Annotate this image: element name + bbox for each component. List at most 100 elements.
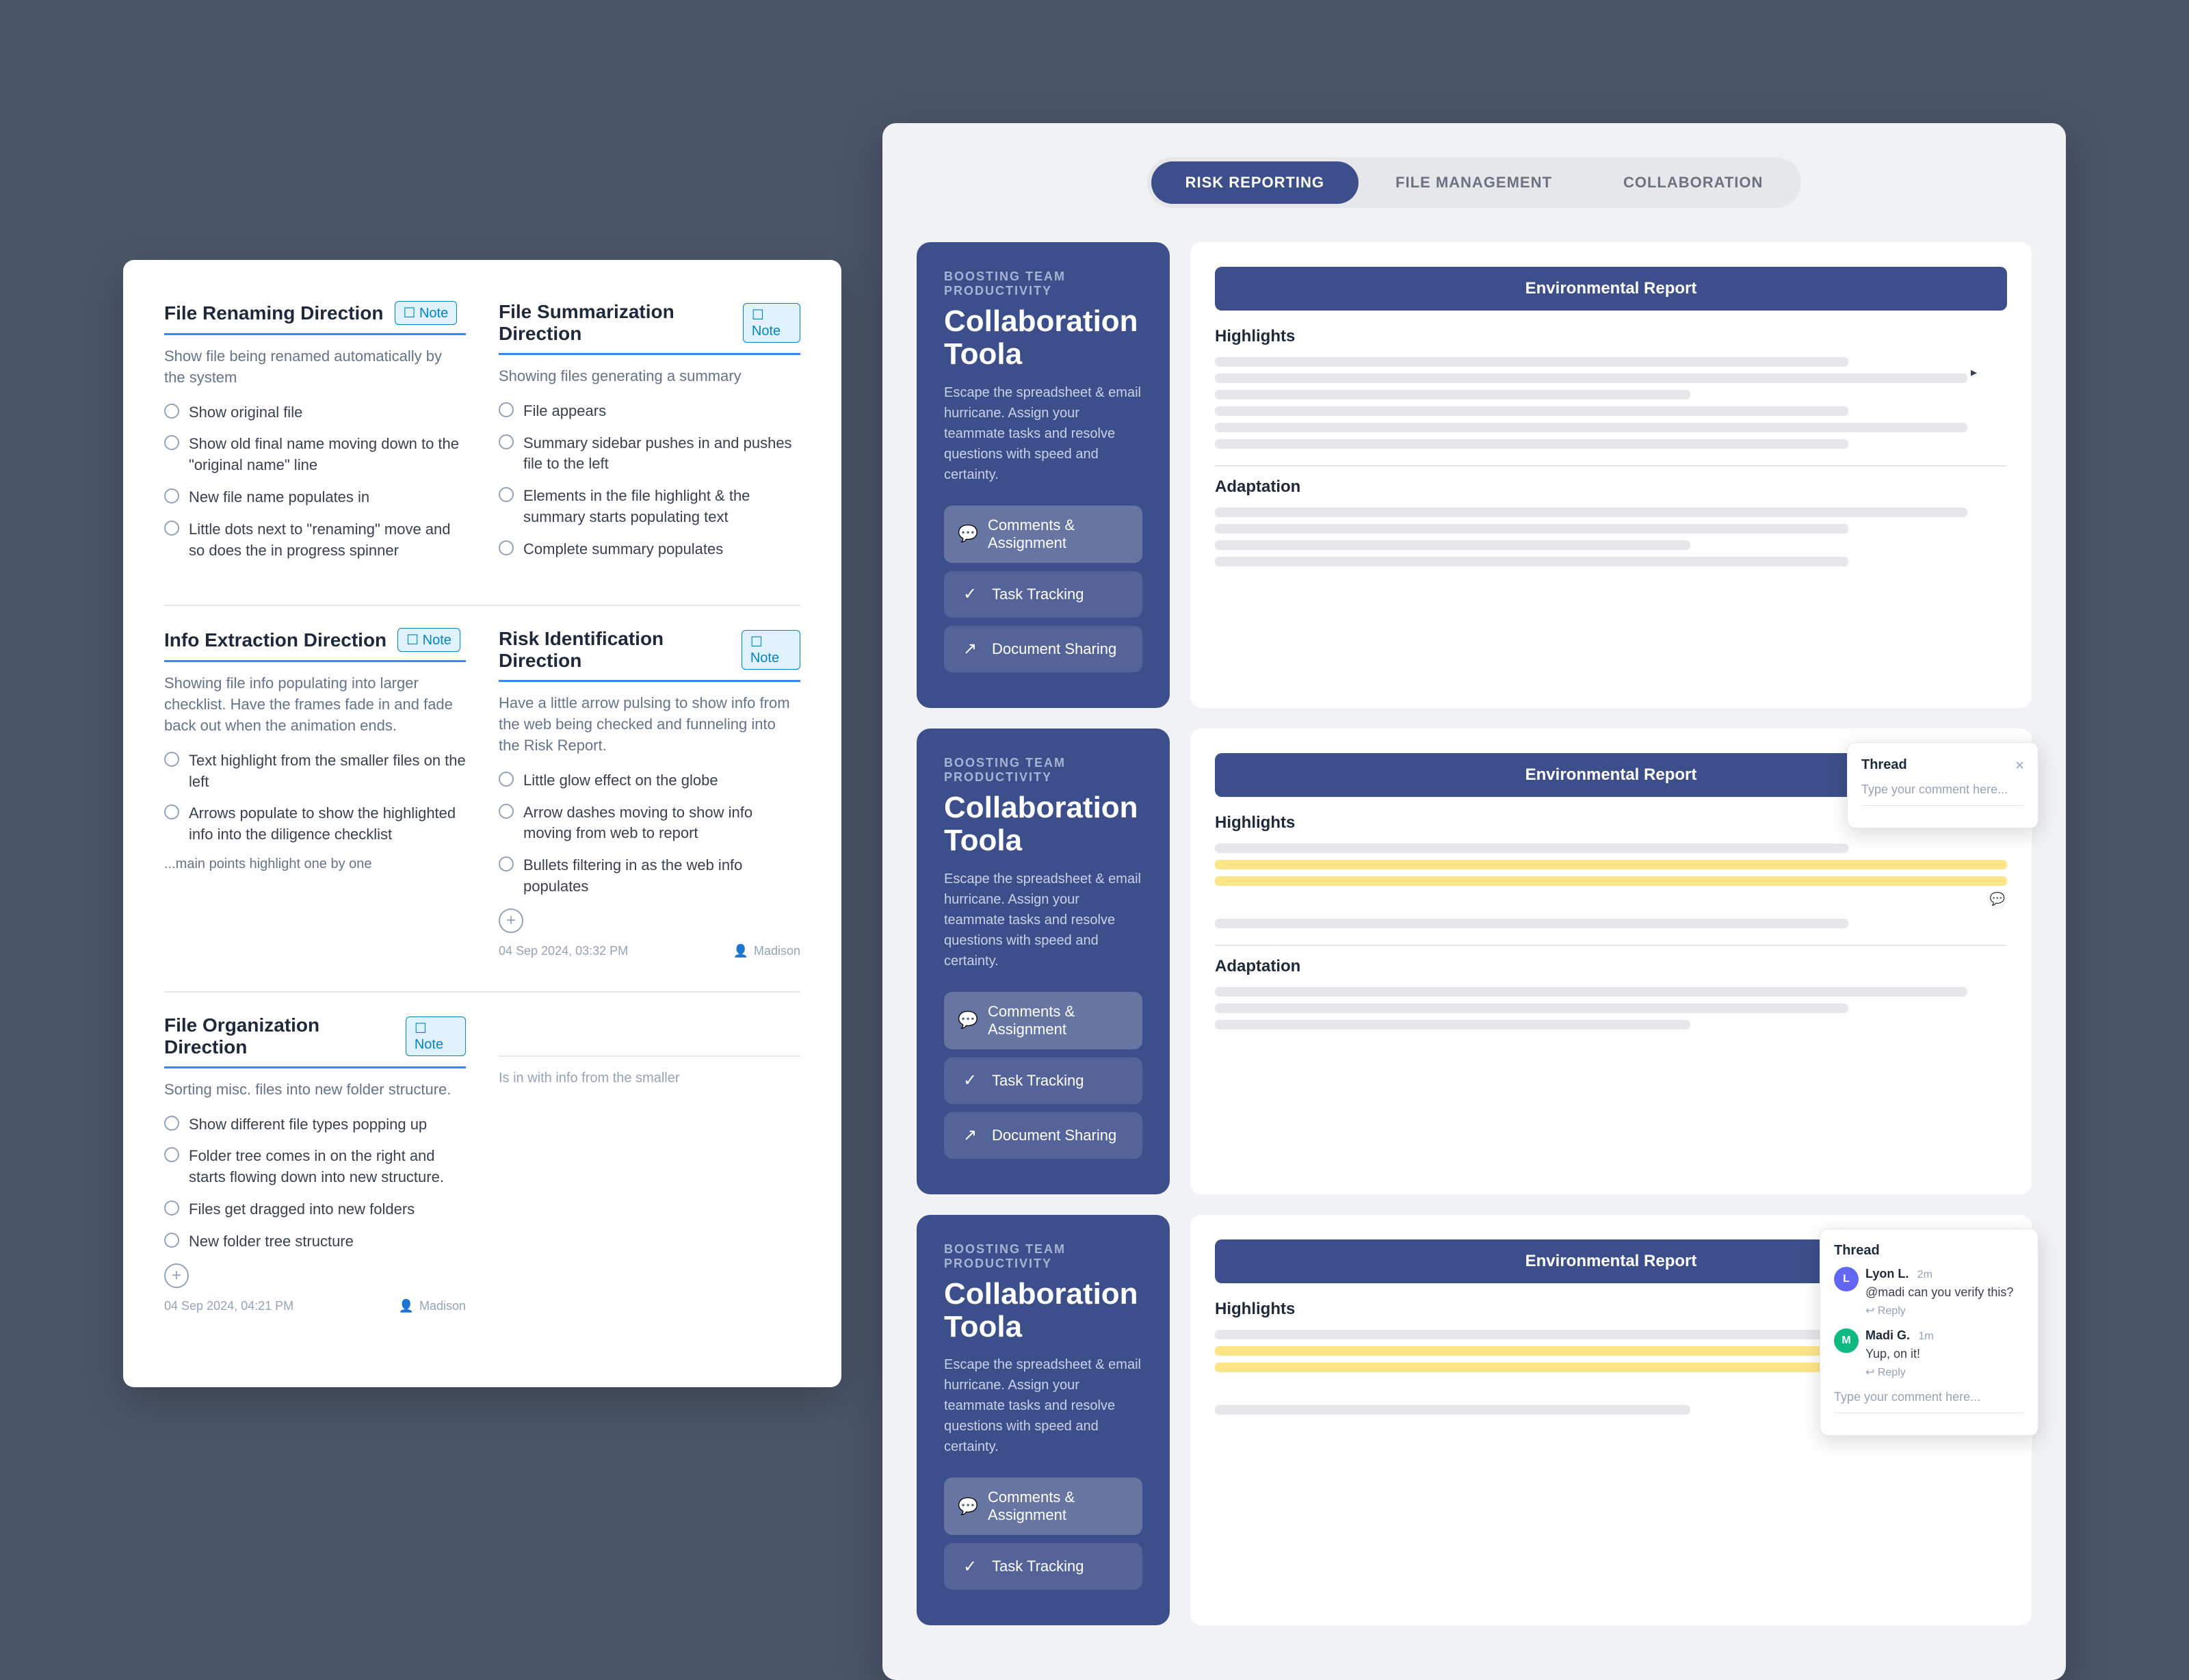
card-row-1: BOOSTING TEAM PRODUCTIVITY Collaboration… bbox=[917, 242, 2032, 708]
file-renaming-section: File Renaming Direction ☐ Note Show file… bbox=[164, 301, 466, 572]
line bbox=[1215, 373, 1967, 383]
adaptation-content-1 bbox=[1215, 508, 2007, 566]
checkbox-11[interactable] bbox=[499, 772, 514, 787]
comments-assignment-button-3[interactable]: 💬 Comments & Assignment bbox=[944, 1478, 1142, 1535]
thread-title-comments: Thread bbox=[1834, 1243, 1880, 1259]
checkbox-5[interactable] bbox=[499, 402, 514, 417]
info-extraction-title: Info Extraction Direction bbox=[164, 629, 386, 651]
checkbox-15[interactable] bbox=[164, 1147, 179, 1162]
checkbox-16[interactable] bbox=[164, 1200, 179, 1216]
task-tracking-button-1[interactable]: ✓ Task Tracking bbox=[944, 571, 1142, 618]
tab-collaboration[interactable]: COLLABORATION bbox=[1589, 161, 1797, 204]
checkbox-6[interactable] bbox=[499, 434, 514, 449]
list-item: Files get dragged into new folders bbox=[164, 1199, 466, 1220]
checkbox-17[interactable] bbox=[164, 1233, 179, 1248]
card-title-1: Collaboration Toola bbox=[944, 305, 1142, 371]
card-label-3: BOOSTING TEAM PRODUCTIVITY bbox=[944, 1242, 1142, 1271]
content-area-3: Environmental Report Highlights 💬 Thread bbox=[1190, 1215, 2032, 1626]
list-item: Summary sidebar pushes in and pushes fil… bbox=[499, 433, 800, 475]
add-org-item-button[interactable]: + bbox=[164, 1263, 189, 1288]
thread-panel-comments: Thread L Lyon L. 2m @madi can you verify… bbox=[1820, 1229, 2039, 1436]
sharing-icon-1: ↗ bbox=[958, 637, 982, 661]
risk-priority: 👤 Madison bbox=[733, 944, 800, 958]
comment-author-2: Madi G. bbox=[1865, 1328, 1910, 1342]
highlighted-line-2 bbox=[1215, 876, 2007, 886]
checkbox-13[interactable] bbox=[499, 856, 514, 871]
comment-content-2: Madi G. 1m Yup, on it! ↩ Reply bbox=[1865, 1328, 2024, 1379]
close-thread-button[interactable]: × bbox=[2015, 757, 2024, 774]
avatar-lyon: L bbox=[1834, 1267, 1859, 1291]
tab-risk-reporting[interactable]: RISK REPORTING bbox=[1151, 161, 1359, 204]
content-area-2: Environmental Report Highlights 💬 Adapta… bbox=[1190, 729, 2032, 1194]
checkbox-2[interactable] bbox=[164, 435, 179, 450]
comments-assignment-button-1[interactable]: 💬 Comments & Assignment bbox=[944, 506, 1142, 563]
document-sharing-button-1[interactable]: ↗ Document Sharing bbox=[944, 626, 1142, 672]
checkbox-12[interactable] bbox=[499, 804, 514, 819]
checkbox-4[interactable] bbox=[164, 521, 179, 536]
line bbox=[1215, 390, 1690, 399]
divider-2 bbox=[1215, 945, 2007, 946]
tab-file-management[interactable]: FILE MANAGEMENT bbox=[1361, 161, 1586, 204]
checkbox-8[interactable] bbox=[499, 540, 514, 555]
list-item: Little glow effect on the globe bbox=[499, 770, 800, 791]
comments-icon-3: 💬 bbox=[958, 1494, 978, 1519]
placeholder-col: Is in with info from the smaller bbox=[499, 1014, 800, 1346]
file-organization-title: File Organization Direction bbox=[164, 1014, 395, 1058]
reply-link-1[interactable]: ↩ Reply bbox=[1865, 1304, 2024, 1317]
list-item: Bullets filtering in as the web info pop… bbox=[499, 855, 800, 897]
thread-title-empty: Thread bbox=[1861, 757, 1907, 773]
checkbox-9[interactable] bbox=[164, 752, 179, 767]
comments-assignment-button-2[interactable]: 💬 Comments & Assignment bbox=[944, 992, 1142, 1049]
line bbox=[1215, 1405, 1690, 1415]
card-label-1: BOOSTING TEAM PRODUCTIVITY bbox=[944, 270, 1142, 298]
comment-content-1: Lyon L. 2m @madi can you verify this? ↩ … bbox=[1865, 1267, 2024, 1317]
highlights-content-1 bbox=[1215, 357, 2007, 449]
adaptation-label-1: Adaptation bbox=[1215, 477, 2007, 497]
thread-input-comments[interactable]: Type your comment here... bbox=[1834, 1390, 2024, 1413]
checkbox-7[interactable] bbox=[499, 487, 514, 502]
checkbox-3[interactable] bbox=[164, 488, 179, 503]
file-summarization-note-badge: ☐ Note bbox=[743, 303, 800, 343]
cursor-indicator: ▸ bbox=[1971, 365, 1977, 380]
checkbox-14[interactable] bbox=[164, 1116, 179, 1131]
tracking-label-3: Task Tracking bbox=[992, 1558, 1084, 1575]
document-sharing-button-2[interactable]: ↗ Document Sharing bbox=[944, 1112, 1142, 1159]
line bbox=[1215, 1020, 1690, 1029]
card-title-3: Collaboration Toola bbox=[944, 1278, 1142, 1344]
person-icon-2: 👤 bbox=[399, 1299, 414, 1313]
line bbox=[1215, 423, 1967, 432]
card-row-2: BOOSTING TEAM PRODUCTIVITY Collaboration… bbox=[917, 729, 2032, 1194]
add-risk-item-button[interactable]: + bbox=[499, 908, 523, 933]
comment-text-2: Yup, on it! bbox=[1865, 1346, 2024, 1363]
card-desc-2: Escape the spreadsheet & email hurricane… bbox=[944, 869, 1142, 971]
tracking-icon-3: ✓ bbox=[958, 1554, 982, 1579]
risk-timestamp: 04 Sep 2024, 03:32 PM bbox=[499, 944, 628, 958]
task-tracking-button-2[interactable]: ✓ Task Tracking bbox=[944, 1058, 1142, 1104]
highlighted-line bbox=[1215, 860, 2007, 869]
avatar-madi: M bbox=[1834, 1328, 1859, 1353]
tracking-icon-1: ✓ bbox=[958, 582, 982, 607]
checkbox-10[interactable] bbox=[164, 804, 179, 819]
sharing-label-1: Document Sharing bbox=[992, 640, 1116, 658]
line bbox=[1215, 357, 1848, 367]
comment-time-2: 1m bbox=[1918, 1330, 1933, 1342]
main-container: File Renaming Direction ☐ Note Show file… bbox=[68, 68, 2121, 1573]
risk-identification-note-badge: ☐ Note bbox=[742, 630, 800, 670]
checkbox-1[interactable] bbox=[164, 404, 179, 419]
task-tracking-button-3[interactable]: ✓ Task Tracking bbox=[944, 1543, 1142, 1590]
list-item: Little dots next to "renaming" move and … bbox=[164, 519, 466, 562]
line bbox=[1215, 406, 1848, 416]
reply-link-2[interactable]: ↩ Reply bbox=[1865, 1365, 2024, 1379]
comment-1: L Lyon L. 2m @madi can you verify this? … bbox=[1834, 1267, 2024, 1317]
list-item: Elements in the file highlight & the sum… bbox=[499, 486, 800, 528]
highlights-content-2: 💬 bbox=[1215, 843, 2007, 928]
comment-2: M Madi G. 1m Yup, on it! ↩ Reply bbox=[1834, 1328, 2024, 1379]
org-priority: 👤 Madison bbox=[399, 1299, 466, 1313]
tracking-label-1: Task Tracking bbox=[992, 586, 1084, 603]
thread-input-empty[interactable]: Type your comment here... bbox=[1861, 783, 2024, 806]
tab-bar: RISK REPORTING FILE MANAGEMENT COLLABORA… bbox=[1147, 157, 1802, 208]
info-extraction-section: Info Extraction Direction ☐ Note Showing… bbox=[164, 628, 466, 958]
sharing-label-2: Document Sharing bbox=[992, 1127, 1116, 1144]
divider-1 bbox=[1215, 465, 2007, 467]
risk-identification-desc: Have a little arrow pulsing to show info… bbox=[499, 693, 800, 756]
